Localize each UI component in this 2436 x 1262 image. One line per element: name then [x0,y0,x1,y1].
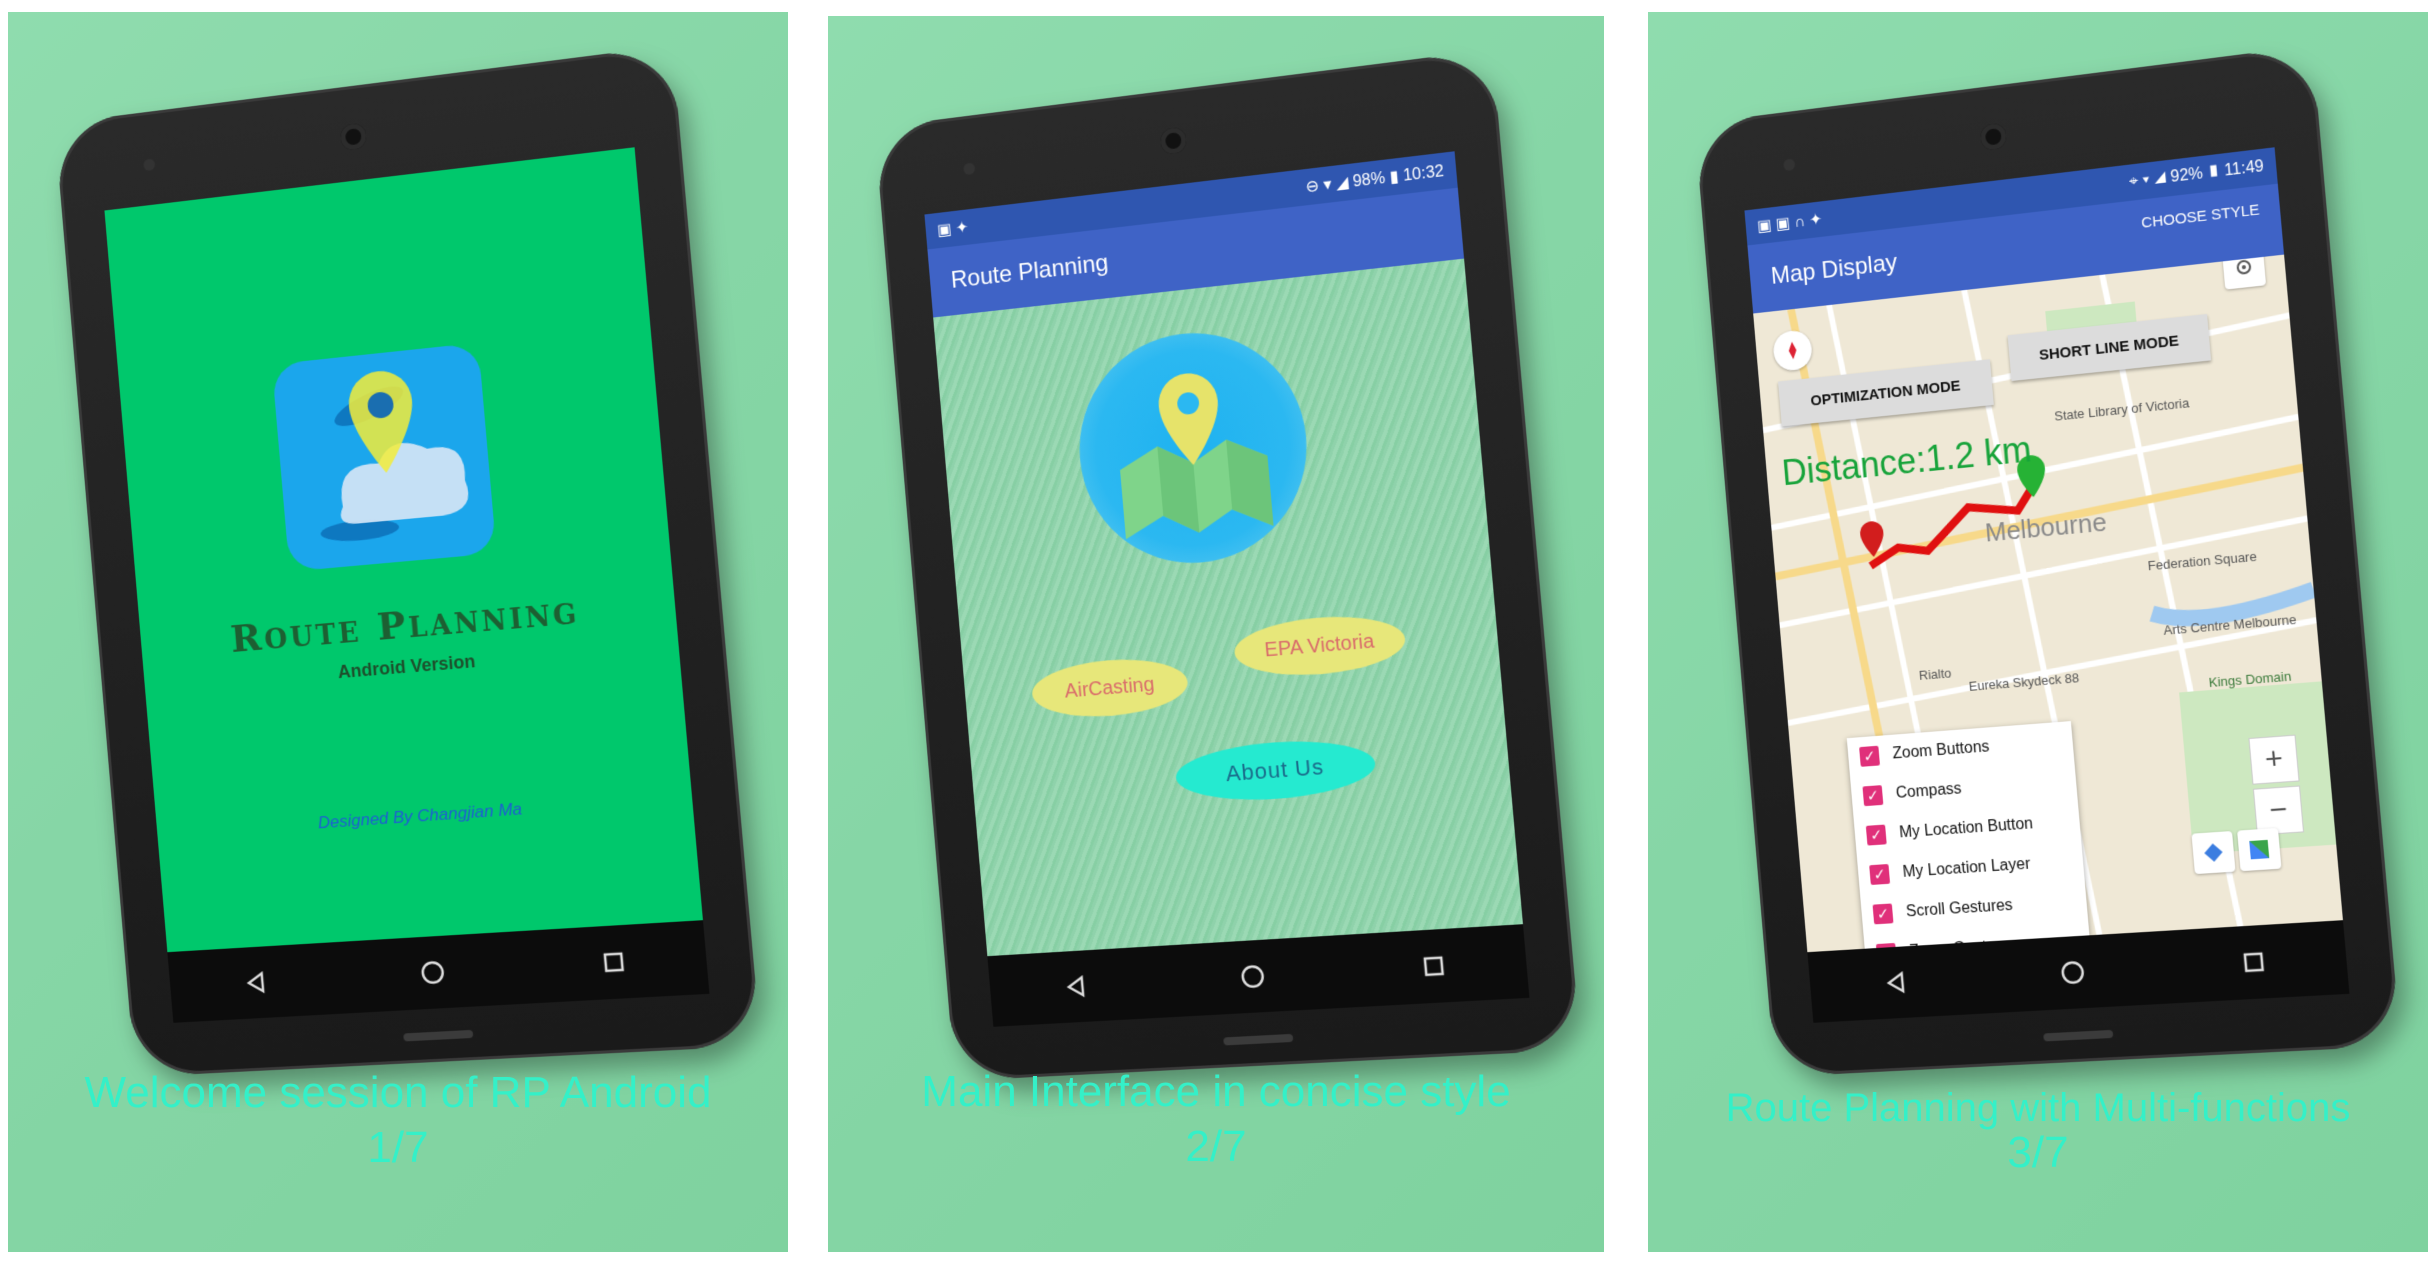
recents-icon[interactable] [1412,945,1456,988]
notification-icons: ▣ ✦ [936,217,969,240]
caption-line-2: 3/7 [1648,1127,2428,1179]
home-icon[interactable] [2051,951,2094,993]
caption-line-2: 2/7 [828,1121,1604,1173]
checkbox-icon[interactable]: ✓ [1869,864,1890,885]
caption-line-1: Main Interface in concise style [828,1066,1604,1118]
app-logo-icon [272,343,497,572]
map-screen: ▣ ▣ ∩ ✦ ⌖ ▾ ◢ 92% ▮ 11:49 Map Display CH… [1744,147,2343,952]
phone-mockup: ▣ ▣ ∩ ✦ ⌖ ▾ ◢ 92% ▮ 11:49 Map Display CH… [1723,82,2353,1062]
back-icon[interactable] [236,962,278,1004]
phone-mockup: Route Planning Android Version Designed … [83,82,713,1062]
home-icon[interactable] [1231,955,1274,997]
map-view[interactable]: OPTIMIZATION MODE SHORT LINE MODE Distan… [1753,255,2343,953]
splash-screen: Route Planning Android Version Designed … [104,147,703,952]
back-icon[interactable] [1056,966,1098,1008]
phone-mockup: ▣ ✦ ⊖ ▾ ◢ 98% ▮ 10:32 Route Planning Air… [903,86,1533,1066]
caption-line-2: 1/7 [8,1122,788,1174]
back-icon[interactable] [1876,962,1918,1004]
caption-line-1: Welcome session of RP Android [8,1067,788,1119]
map-pin-logo-icon [1070,322,1316,573]
checkbox-icon[interactable]: ✓ [1866,825,1887,846]
menu-item-label: My Location Button [1899,815,2034,842]
home-icon[interactable] [411,951,454,993]
battery-percent: 98% [1352,170,1386,191]
menu-item-label: Scroll Gestures [1905,897,2013,922]
battery-percent: 92% [2170,165,2204,186]
screenshot-panel-map: ▣ ▣ ∩ ✦ ⌖ ▾ ◢ 92% ▮ 11:49 Map Display CH… [1648,12,2428,1252]
map-options-menu: ✓ Zoom Buttons ✓ Compass ✓ My Location Butt… [1847,721,2092,952]
main-screen: ▣ ✦ ⊖ ▾ ◢ 98% ▮ 10:32 Route Planning Air… [924,151,1523,956]
google-maps-icon[interactable] [2237,828,2281,871]
map-label: Rialto [1918,665,1952,682]
checkbox-icon[interactable]: ✓ [1873,903,1894,924]
designed-by-text: Designed By Changjian Ma [157,787,693,844]
my-location-icon[interactable] [2222,255,2266,290]
screenshot-panel-main: ▣ ✦ ⊖ ▾ ◢ 98% ▮ 10:32 Route Planning Air… [828,16,1604,1252]
status-time: 10:32 [1402,163,1444,185]
zoom-in-button[interactable]: + [2248,735,2299,785]
choose-style-button[interactable]: CHOOSE STYLE [2141,201,2261,232]
app-bar-title: Map Display [1770,249,1898,291]
app-bar-title: Route Planning [950,249,1110,294]
checkbox-icon[interactable]: ✓ [1862,785,1883,806]
zoom-out-button[interactable]: − [2253,785,2304,835]
notification-icons: ▣ ▣ ∩ ✦ [1756,209,1823,236]
directions-icon[interactable] [2191,831,2235,874]
menu-item-label: Compass [1895,780,1962,803]
checkbox-icon[interactable]: ✓ [1859,746,1880,767]
screenshot-panel-welcome: Route Planning Android Version Designed … [8,12,788,1252]
recents-icon[interactable] [2232,941,2276,984]
menu-item-label: My Location Layer [1902,856,2031,882]
menu-item-label: Zoom Buttons [1892,738,1990,763]
recents-icon[interactable] [592,941,636,984]
status-time: 11:49 [2224,158,2265,180]
